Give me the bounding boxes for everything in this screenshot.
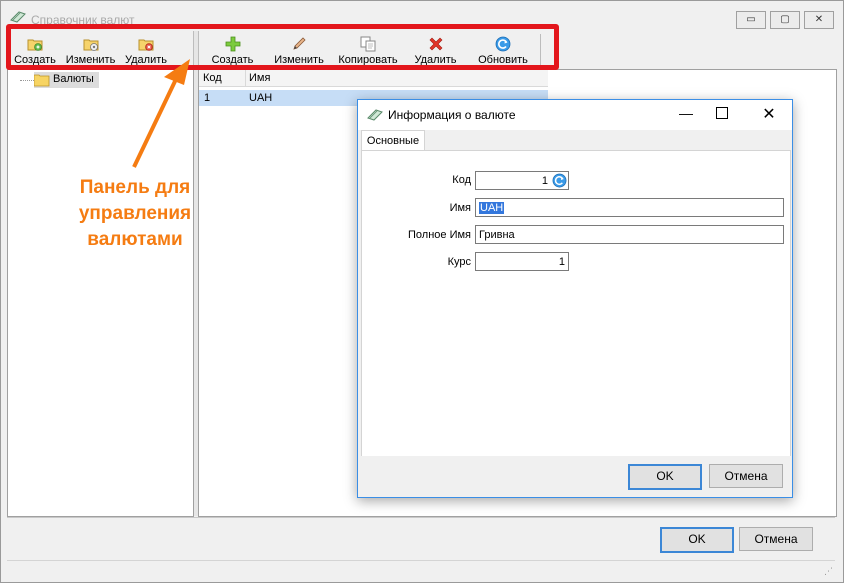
column-header-code[interactable]: Код — [203, 72, 222, 84]
dialog-maximize-icon[interactable] — [716, 107, 728, 119]
main-ok-button[interactable]: OK — [660, 527, 734, 553]
annotation-line-1: Панель для — [79, 177, 191, 198]
annotation-line-2: управления — [78, 203, 192, 224]
name-label: Имя — [449, 202, 471, 214]
currency-app-icon — [367, 109, 383, 121]
dialog-minimize-icon[interactable]: — — [676, 105, 696, 121]
maximize-button[interactable]: ▢ — [770, 11, 800, 29]
resize-grip-icon[interactable]: ⋰ — [824, 566, 833, 577]
minimize-button[interactable]: ▭ — [736, 11, 766, 29]
name-field-value: UAH — [479, 202, 505, 214]
column-divider — [245, 70, 246, 86]
dialog-close-icon[interactable]: ✕ — [761, 104, 777, 124]
rate-field[interactable]: 1 — [475, 252, 569, 271]
tree-item-label: Валюты — [53, 73, 94, 85]
folder-icon — [34, 74, 50, 87]
refresh-icon[interactable] — [552, 173, 567, 188]
currency-app-icon — [10, 11, 26, 23]
annotation-line-3: валютами — [87, 229, 183, 250]
dialog-footer: OK Отмена — [358, 456, 792, 496]
tab-page: Код 1 Имя UAH Полное Имя Гривна Курс 1 — [361, 150, 791, 458]
minimize-icon: ▭ — [746, 14, 756, 25]
code-label: Код — [452, 174, 471, 186]
fullname-label: Полное Имя — [408, 229, 471, 241]
cell-name: UAH — [249, 92, 273, 104]
column-header-name[interactable]: Имя — [249, 72, 270, 84]
dialog-titlebar[interactable]: Информация о валюте — ✕ — [358, 100, 792, 130]
currency-info-dialog: Информация о валюте — ✕ Основные Код 1 И… — [357, 99, 793, 498]
status-bar — [7, 560, 835, 581]
dialog-ok-button[interactable]: OK — [628, 464, 702, 490]
annotation-highlight-box — [6, 24, 559, 70]
annotation-text: Панель для управления валютами — [40, 175, 230, 253]
cell-code: 1 — [204, 92, 211, 104]
dialog-cancel-button[interactable]: Отмена — [709, 464, 783, 488]
maximize-icon: ▢ — [780, 14, 790, 25]
rate-label: Курс — [447, 256, 471, 268]
main-cancel-button[interactable]: Отмена — [739, 527, 813, 551]
close-button[interactable]: ✕ — [804, 11, 834, 29]
name-field[interactable]: UAH — [475, 198, 784, 217]
tree-connector — [20, 80, 34, 81]
tab-main[interactable]: Основные — [361, 130, 425, 151]
dialog-title: Информация о валюте — [388, 108, 516, 122]
close-icon: ✕ — [814, 14, 824, 25]
fullname-field[interactable]: Гривна — [475, 225, 784, 244]
dialog-body: Основные Код 1 Имя UAH Полное Имя Гривна… — [358, 130, 792, 497]
annotation-arrow-icon — [132, 59, 190, 168]
tree-item-currencies[interactable]: Валюты — [34, 72, 99, 88]
grid-header: Код Имя — [199, 70, 548, 87]
